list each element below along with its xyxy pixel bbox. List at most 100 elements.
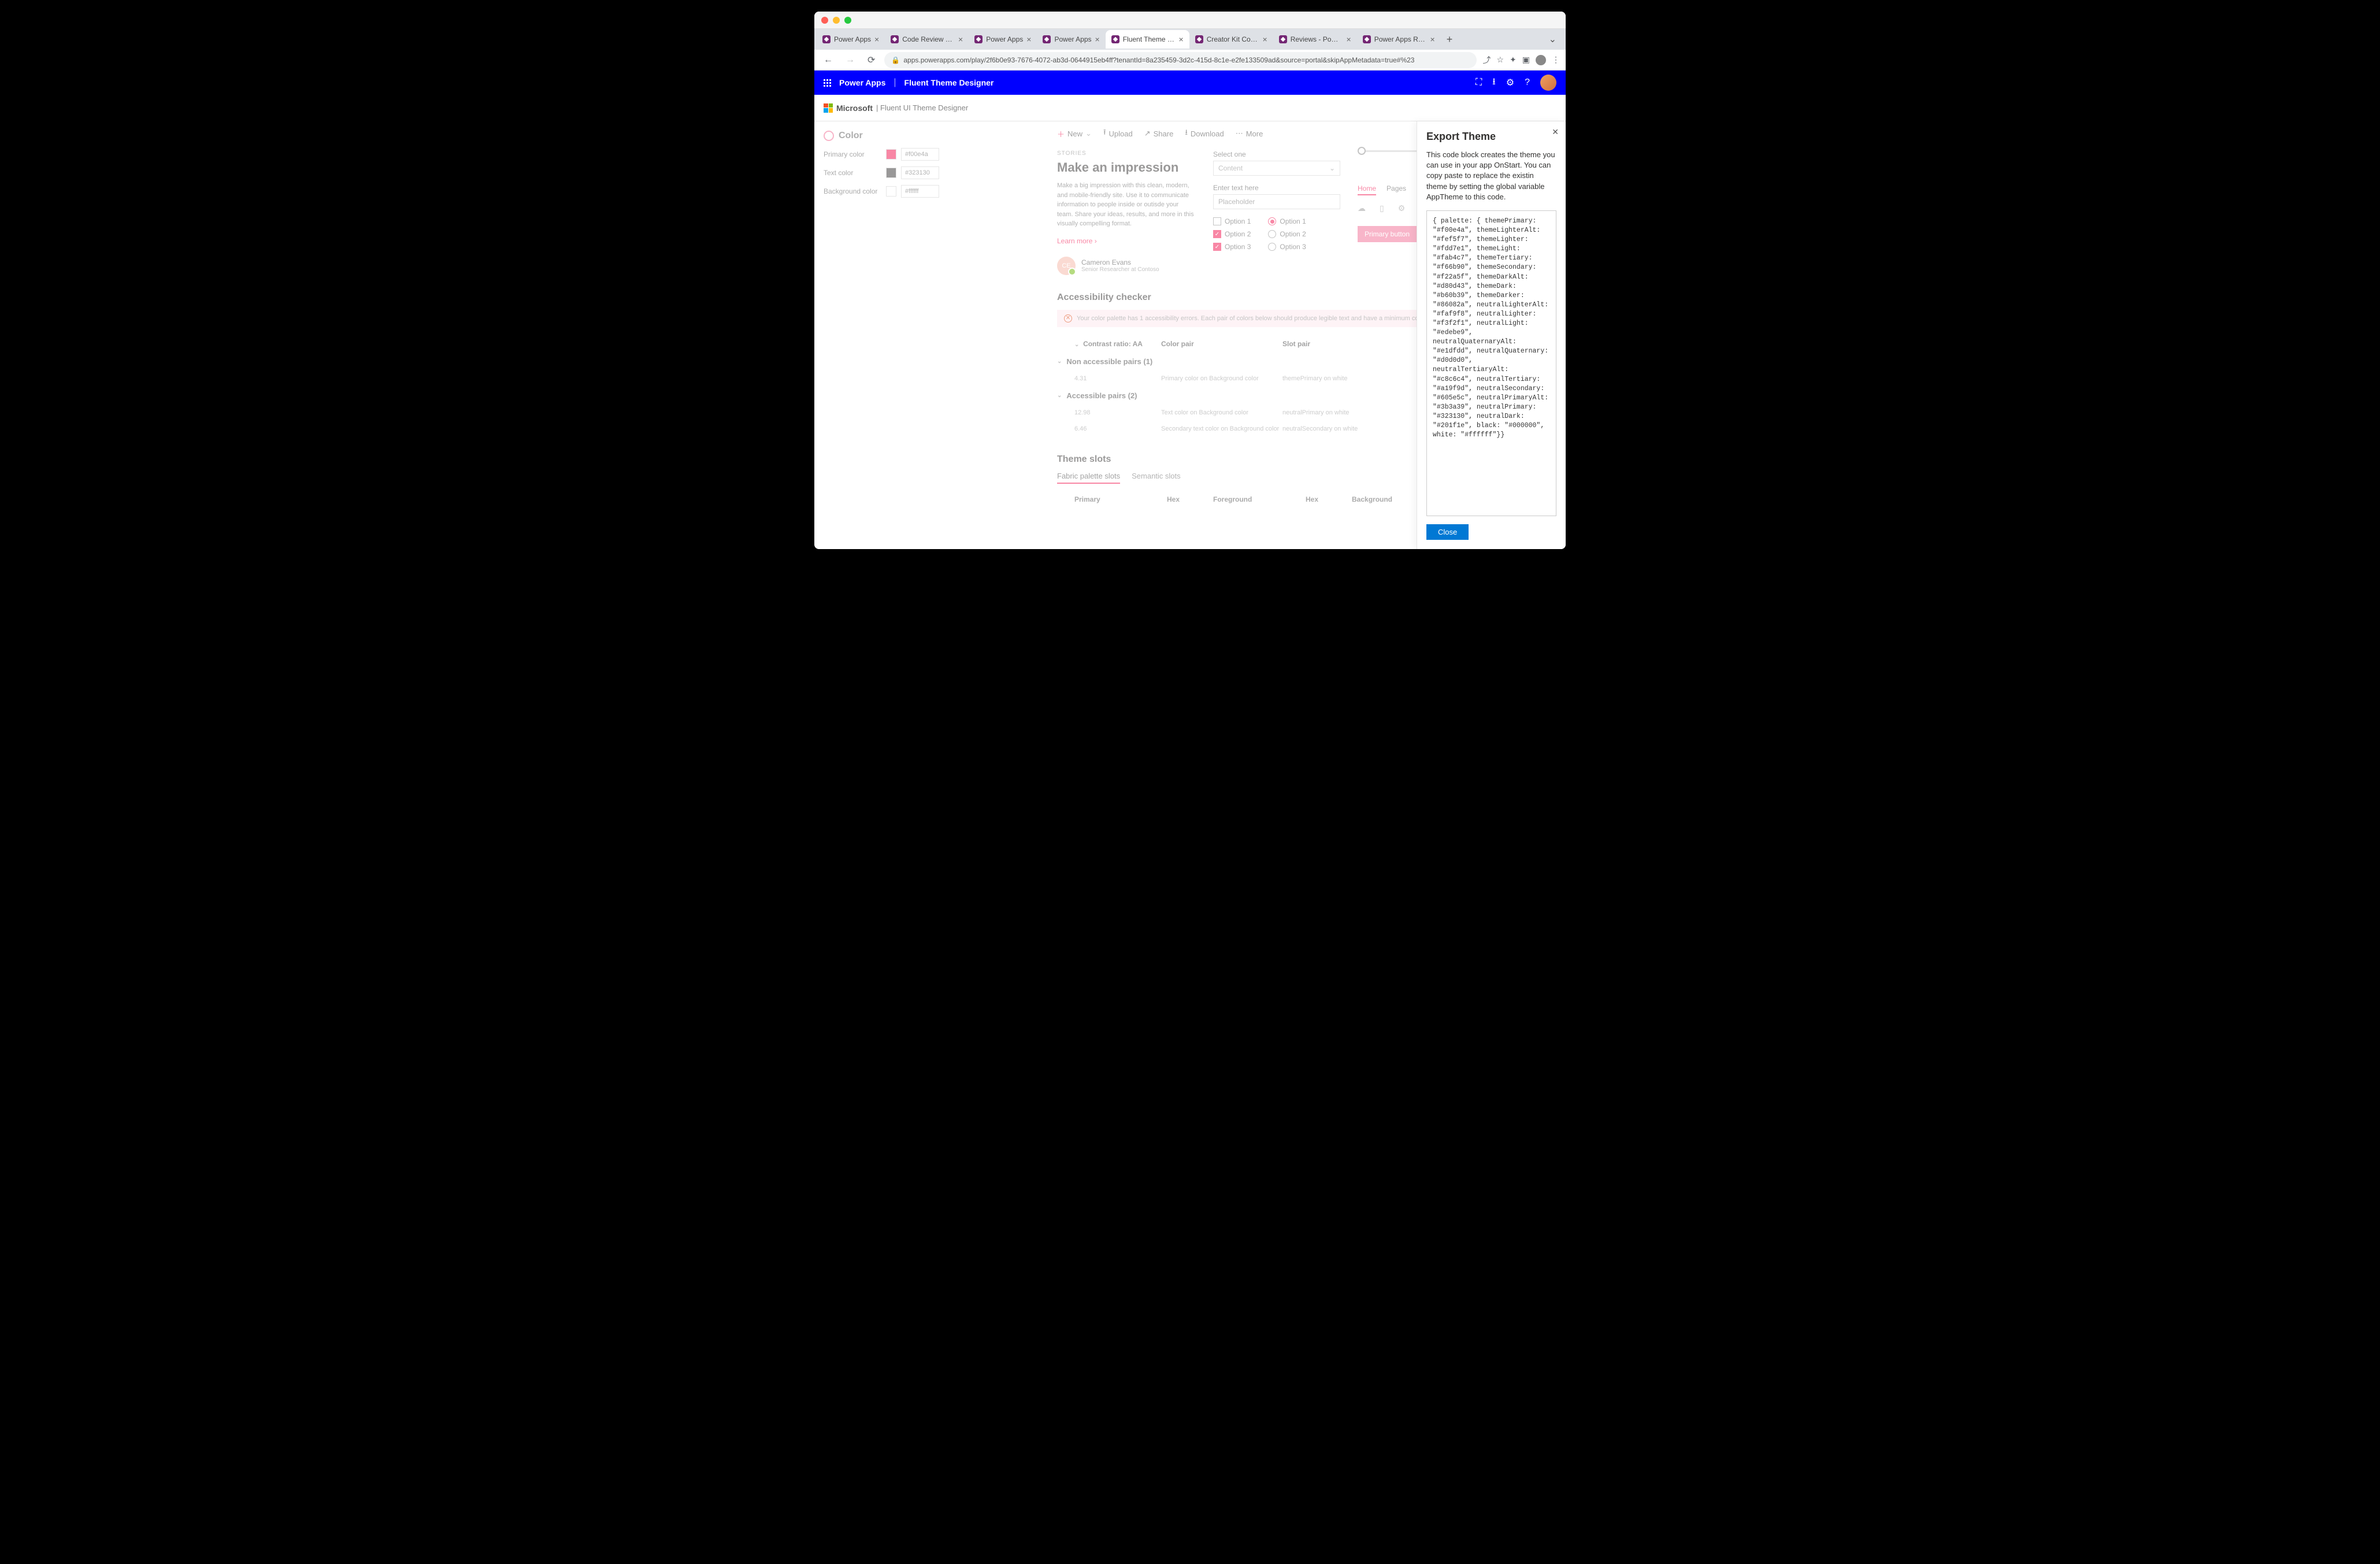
content-select[interactable]: Content⌄ — [1213, 161, 1340, 176]
browser-tab[interactable]: Reviews - Power Apps× — [1273, 30, 1357, 49]
waffle-icon[interactable] — [824, 79, 831, 87]
favicon-icon — [1043, 35, 1051, 43]
share-icon[interactable]: ⤴ — [1482, 54, 1491, 66]
favicon-icon — [1111, 35, 1119, 43]
browser-right-icons: ⤴ ☆ ✦ ▣ ⋮ — [1482, 54, 1560, 66]
browser-tab[interactable]: Creator Kit Control Referen× — [1189, 30, 1273, 49]
more-button[interactable]: ⋯More — [1236, 127, 1263, 140]
url-input[interactable]: 🔒 apps.powerapps.com/play/2f6b0e93-7676-… — [884, 52, 1477, 68]
phone-icon[interactable]: ▯ — [1380, 203, 1384, 213]
subtitle-label: | Fluent UI Theme Designer — [876, 103, 968, 112]
text-label: Enter text here — [1213, 184, 1340, 192]
content: Color Primary color Text color Backgroun… — [814, 121, 1566, 549]
checkbox-3[interactable]: ✓ — [1213, 243, 1221, 251]
bg-swatch[interactable] — [886, 186, 896, 197]
profile-icon[interactable] — [1536, 55, 1546, 65]
checkbox-1[interactable] — [1213, 217, 1221, 225]
chevron-right-icon: › — [1095, 237, 1097, 245]
error-icon: ✕ — [1064, 314, 1072, 323]
browser-tab[interactable]: Power Apps× — [1037, 30, 1105, 49]
theme-code-block[interactable]: { palette: { themePrimary: "#f00e4a", th… — [1426, 210, 1556, 516]
text-color-label: Text color — [824, 169, 881, 177]
learn-more-link[interactable]: Learn more › — [1057, 237, 1196, 245]
secondary-header: Microsoft | Fluent UI Theme Designer — [814, 95, 1566, 121]
microsoft-logo-icon — [824, 103, 833, 113]
extension-icon[interactable]: ▣ — [1522, 55, 1530, 65]
user-avatar[interactable] — [1540, 75, 1556, 91]
address-bar: ← → ⟳ 🔒 apps.powerapps.com/play/2f6b0e93… — [814, 50, 1566, 71]
sidebar-heading: Color — [824, 131, 950, 141]
slider-thumb[interactable] — [1358, 147, 1366, 155]
radio-1[interactable] — [1268, 217, 1276, 225]
stories-title: Make an impression — [1057, 160, 1196, 175]
new-tab-button[interactable]: + — [1441, 34, 1459, 46]
window-minimize-icon[interactable] — [833, 17, 840, 24]
window-maximize-icon[interactable] — [844, 17, 851, 24]
close-button[interactable]: Close — [1426, 524, 1469, 540]
favicon-icon — [1195, 35, 1203, 43]
bg-color-label: Background color — [824, 187, 881, 195]
primary-button[interactable]: Primary button — [1358, 226, 1417, 242]
tab-close-icon[interactable]: × — [1179, 35, 1184, 44]
gear-icon[interactable]: ⚙ — [1398, 203, 1406, 213]
text-color-row: Text color — [824, 166, 950, 179]
tab-close-icon[interactable]: × — [1263, 35, 1267, 44]
tab-overflow-icon[interactable]: ⌄ — [1542, 34, 1563, 45]
text-color-input[interactable] — [901, 166, 939, 179]
forward-icon[interactable]: → — [842, 53, 858, 68]
pivot-pages[interactable]: Pages — [1387, 184, 1406, 195]
tab-close-icon[interactable]: × — [1095, 35, 1100, 44]
help-icon[interactable]: ? — [1525, 77, 1530, 88]
window-close-icon[interactable] — [821, 17, 828, 24]
bg-color-input[interactable] — [901, 185, 939, 198]
url-text: apps.powerapps.com/play/2f6b0e93-7676-40… — [903, 56, 1414, 64]
download-button[interactable]: ⭳Download — [1185, 127, 1224, 140]
download-icon[interactable]: ⭳ — [1492, 75, 1496, 91]
browser-tab[interactable]: Power Apps× — [817, 30, 885, 49]
bookmark-icon[interactable]: ☆ — [1496, 55, 1504, 65]
export-theme-panel: ✕ Export Theme This code block creates t… — [1417, 121, 1566, 549]
placeholder-input[interactable] — [1213, 194, 1340, 209]
radio-3[interactable] — [1268, 243, 1276, 251]
reload-icon[interactable]: ⟳ — [864, 52, 878, 68]
panel-description: This code block creates the theme you ca… — [1426, 150, 1556, 202]
browser-tab[interactable]: Power Apps Review Tool -× — [1357, 30, 1441, 49]
avatar: CE — [1057, 257, 1076, 275]
tab-close-icon[interactable]: × — [874, 35, 879, 44]
panel-close-icon[interactable]: ✕ — [1552, 127, 1559, 137]
pivot-home[interactable]: Home — [1358, 184, 1376, 195]
color-icon — [824, 131, 834, 141]
more-icon: ⋯ — [1236, 129, 1243, 138]
sidebar: Color Primary color Text color Backgroun… — [814, 121, 959, 549]
tab-fabric[interactable]: Fabric palette slots — [1057, 472, 1120, 484]
tab-close-icon[interactable]: × — [1347, 35, 1351, 44]
tab-close-icon[interactable]: × — [1026, 35, 1031, 44]
fit-icon[interactable]: ⛶ — [1476, 77, 1482, 88]
tab-close-icon[interactable]: × — [1430, 35, 1435, 44]
browser-tab-active[interactable]: Fluent Theme Designer - P× — [1106, 30, 1189, 49]
browser-tab[interactable]: Power Apps× — [969, 30, 1037, 49]
share-icon: ↗ — [1144, 129, 1151, 138]
menu-icon[interactable]: ⋮ — [1552, 55, 1560, 65]
chevron-down-icon[interactable]: ⌄ — [1074, 342, 1079, 348]
new-button[interactable]: ＋New⌄ — [1057, 127, 1092, 140]
settings-icon[interactable]: ⚙ — [1506, 77, 1514, 88]
checkbox-2[interactable]: ✓ — [1213, 230, 1221, 238]
back-icon[interactable]: ← — [820, 53, 836, 68]
upload-icon: ⭱ — [1103, 127, 1106, 140]
primary-swatch[interactable] — [886, 149, 896, 160]
upload-button[interactable]: ⭱Upload — [1103, 127, 1133, 140]
primary-color-input[interactable] — [901, 148, 939, 161]
extensions-icon[interactable]: ✦ — [1510, 55, 1517, 65]
text-swatch[interactable] — [886, 168, 896, 178]
share-button[interactable]: ↗Share — [1144, 127, 1174, 140]
tab-semantic[interactable]: Semantic slots — [1132, 472, 1181, 484]
window-titlebar — [814, 12, 1566, 29]
tab-close-icon[interactable]: × — [958, 35, 963, 44]
plus-icon: ＋ — [1057, 128, 1065, 139]
favicon-icon — [974, 35, 983, 43]
browser-tab[interactable]: Code Review Tool Experim× — [885, 30, 969, 49]
browser-window: Power Apps× Code Review Tool Experim× Po… — [814, 12, 1566, 549]
cloud-icon[interactable]: ☁ — [1358, 203, 1366, 213]
radio-2[interactable] — [1268, 230, 1276, 238]
